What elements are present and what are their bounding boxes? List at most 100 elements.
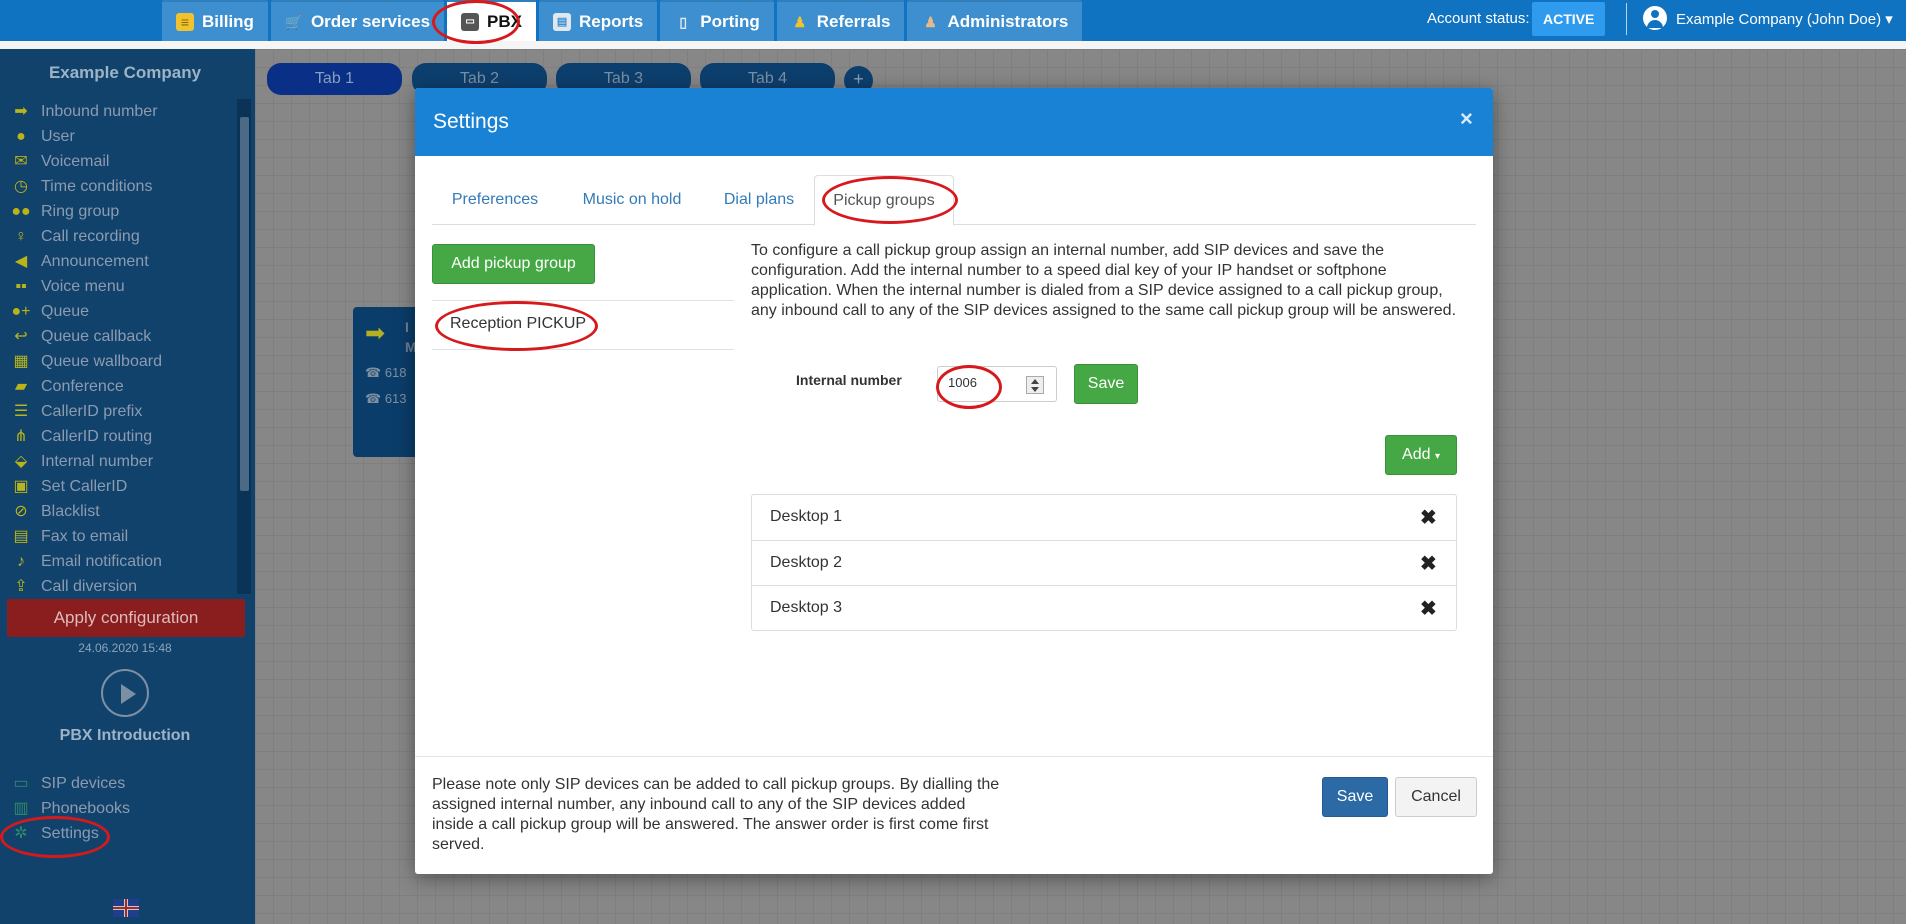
sidebar-item-label: SIP devices [41, 774, 126, 792]
sidebar-item-user[interactable]: ● User [0, 124, 235, 149]
sidebar-item-label: Queue wallboard [41, 352, 162, 370]
remove-device-icon[interactable]: ✖ [1420, 551, 1437, 576]
sidebar-item-label: Email notification [41, 552, 162, 570]
sidebar-item-conference[interactable]: ▰ Conference [0, 374, 235, 399]
pickup-description: To configure a call pickup group assign … [751, 242, 1457, 319]
sidebar-item-inbound-number[interactable]: ➡ Inbound number [0, 99, 235, 124]
internal-number-input[interactable] [948, 375, 1018, 390]
sidebar-item-queue[interactable]: ●+ Queue [0, 299, 235, 324]
nav-tab-label: Billing [202, 11, 254, 31]
sitemap-icon: ⋔ [14, 427, 28, 445]
nav-tab-label: PBX [487, 11, 523, 31]
monitor-icon: ▭ [13, 774, 29, 792]
remove-device-icon[interactable]: ✖ [1420, 596, 1437, 621]
nav-tab-order-services[interactable]: 🛒 Order services [270, 0, 445, 41]
sidebar-item-voicemail[interactable]: ✉ Voicemail [0, 149, 235, 174]
top-bar-divider [0, 41, 1906, 49]
node-title-line1: I [405, 319, 409, 335]
user-menu-dropdown[interactable]: Example Company (John Doe) ▾ [1676, 10, 1893, 28]
ban-icon: ⊘ [14, 502, 28, 520]
settings-modal: Settings × Preferences Music on hold Dia… [415, 88, 1493, 874]
node-phone-number: 613 [384, 391, 407, 406]
sidebar-item-label: Settings [41, 824, 99, 842]
sidebar-scroll-thumb[interactable] [240, 117, 249, 491]
nav-tab-administrators[interactable]: ♟ Administrators [907, 0, 1083, 41]
nav-tab-label: Order services [310, 11, 431, 31]
sidebar-item-call-recording[interactable]: ♀ Call recording [0, 224, 235, 249]
internal-number-field[interactable] [937, 366, 1057, 402]
table-icon: ▦ [13, 352, 29, 370]
nav-tab-reports[interactable]: ▤ Reports [539, 0, 658, 41]
sidebar-item-phonebooks[interactable]: ▥ Phonebooks [0, 796, 250, 821]
number-stepper[interactable] [1026, 376, 1044, 394]
map-marker-icon: ⬙ [14, 452, 28, 470]
tab-pickup-groups[interactable]: Pickup groups [814, 175, 954, 226]
sidebar-item-set-callerid[interactable]: ▣ Set CallerID [0, 474, 235, 499]
close-icon[interactable]: × [1460, 106, 1473, 132]
apply-configuration-button[interactable]: Apply configuration [7, 599, 245, 637]
sidebar-item-label: Internal number [41, 452, 154, 470]
tab-dial-plans[interactable]: Dial plans [706, 175, 812, 225]
nav-tab-porting[interactable]: ▯ Porting [660, 0, 774, 41]
grid-icon: ▪▪ [15, 277, 27, 295]
sidebar-item-callerid-prefix[interactable]: ☰ CallerID prefix [0, 399, 235, 424]
list-icon: ☰ [13, 402, 29, 420]
nav-tab-pbx[interactable]: ▭ PBX [447, 0, 537, 41]
nav-tab-referrals[interactable]: ♟ Referrals [776, 0, 905, 41]
stepper-up-icon [1031, 379, 1039, 384]
sidebar-item-time-conditions[interactable]: ◷ Time conditions [0, 174, 235, 199]
sidebar-item-queue-callback[interactable]: ↩ Queue callback [0, 324, 235, 349]
nav-tab-billing[interactable]: ≡ Billing [162, 0, 268, 41]
sidebar-item-voice-menu[interactable]: ▪▪ Voice menu [0, 274, 235, 299]
sidebar-item-blacklist[interactable]: ⊘ Blacklist [0, 499, 235, 524]
save-button[interactable]: Save [1322, 777, 1388, 817]
sidebar-item-settings[interactable]: ✲ Settings [0, 821, 250, 846]
sidebar-item-label: User [41, 127, 75, 145]
sidebar-item-label: Conference [41, 377, 124, 395]
add-pickup-group-button[interactable]: Add pickup group [432, 244, 595, 284]
sidebar-item-callerid-routing[interactable]: ⋔ CallerID routing [0, 424, 235, 449]
play-icon[interactable] [101, 669, 149, 717]
phone-icon: ☎ [365, 365, 385, 380]
sidebar-item-label: Voicemail [41, 152, 110, 170]
modal-footer: Please note only SIP devices can be adde… [415, 756, 1493, 874]
sidebar-company-name: Example Company [48, 63, 202, 82]
sidebar-item-fax-to-email[interactable]: ▤ Fax to email [0, 524, 235, 549]
canvas-tab-1[interactable]: Tab 1 [267, 63, 402, 95]
sidebar-item-label: Call recording [41, 227, 140, 245]
remove-device-icon[interactable]: ✖ [1420, 505, 1437, 530]
sidebar-item-label: Voice menu [41, 277, 125, 295]
save-internal-number-button[interactable]: Save [1074, 364, 1138, 404]
sidebar-item-ring-group[interactable]: ●● Ring group [0, 199, 235, 224]
cancel-button[interactable]: Cancel [1395, 777, 1477, 817]
sidebar-item-label: Phonebooks [41, 799, 130, 817]
user-avatar-icon[interactable] [1643, 6, 1667, 30]
sidebar-item-email-notification[interactable]: ♪ Email notification [0, 549, 235, 574]
sidebar-item-label: Call diversion [41, 577, 138, 595]
uk-flag-icon[interactable] [113, 899, 139, 917]
nav-tab-label: Reports [579, 11, 644, 31]
sidebar-item-sip-devices[interactable]: ▭ SIP devices [0, 771, 250, 796]
add-device-label: Add [1402, 446, 1431, 463]
sidebar-item-announcement[interactable]: ◀ Announcement [0, 249, 235, 274]
user-plus-icon: ●+ [11, 302, 31, 320]
sidebar-item-queue-wallboard[interactable]: ▦ Queue wallboard [0, 349, 235, 374]
tab-preferences[interactable]: Preferences [432, 175, 558, 225]
chevron-down-icon: ▾ [1885, 11, 1893, 28]
id-card-icon: ▣ [13, 477, 29, 495]
tab-music-on-hold[interactable]: Music on hold [560, 175, 704, 225]
stepper-down-icon [1031, 387, 1039, 392]
pbx-introduction-label: PBX Introduction [59, 727, 191, 744]
device-row: Desktop 1 ✖ [752, 495, 1456, 540]
user-icon: ● [16, 127, 26, 145]
main-nav: ≡ Billing 🛒 Order services ▭ PBX ▤ Repor… [162, 0, 1085, 41]
cart-icon: 🛒 [285, 13, 303, 30]
pickup-group-list: Reception PICKUP [432, 300, 734, 350]
sidebar-menu: ➡ Inbound number ● User ✉ Voicemail ◷ Time c… [0, 99, 235, 595]
sidebar-item-call-diversion[interactable]: ⇪ Call diversion [0, 574, 235, 595]
add-device-dropdown[interactable]: Add ▾ [1385, 435, 1457, 475]
sidebar-item-internal-number[interactable]: ⬙ Internal number [0, 449, 235, 474]
book-icon: ▥ [13, 799, 29, 817]
apply-date: 24.06.2020 15:48 [78, 641, 172, 655]
pickup-group-item[interactable]: Reception PICKUP [450, 315, 586, 333]
